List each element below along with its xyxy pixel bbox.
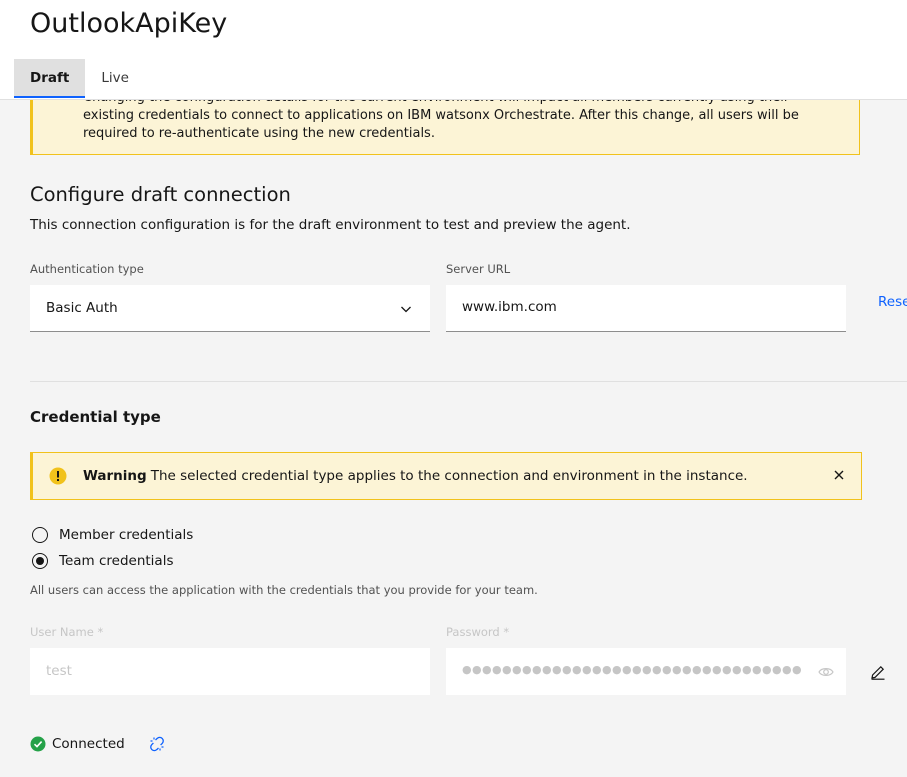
server-url-label: Server URL [446, 262, 511, 276]
radio-member-credentials[interactable]: Member credentials [32, 525, 193, 545]
warning-title: Warning [83, 468, 147, 484]
tab-draft[interactable]: Draft [14, 59, 86, 98]
checkmark-filled-icon [30, 736, 46, 752]
radio-button[interactable] [32, 553, 48, 569]
radio-button[interactable] [32, 527, 48, 543]
credential-helper-text: All users can access the application wit… [30, 583, 538, 597]
auth-type-label: Authentication type [30, 262, 144, 276]
page-title: OutlookApiKey [30, 8, 228, 39]
password-mask: ●●●●●●●●●●●●●●●●●●●●●●●●●●●●●●●●●●●●●●●●… [462, 663, 802, 676]
section-divider [30, 381, 907, 382]
edit-icon[interactable] [870, 664, 886, 680]
status-text: Connected [52, 736, 125, 752]
auth-type-value: Basic Auth [46, 300, 118, 316]
configure-section-description: This connection configuration is for the… [30, 217, 631, 233]
configure-section-title: Configure draft connection [30, 183, 291, 206]
connection-status: Connected [30, 736, 125, 752]
chevron-down-icon [401, 306, 411, 313]
server-url-input[interactable]: www.ibm.com [446, 285, 846, 332]
eye-icon[interactable] [818, 664, 834, 680]
disconnect-icon[interactable] [149, 736, 165, 752]
tab-live[interactable]: Live [85, 59, 145, 96]
radio-label: Team credentials [59, 553, 174, 569]
page-header: OutlookApiKey Draft Live [0, 0, 907, 100]
username-label: User Name * [30, 625, 104, 639]
auth-type-select[interactable]: Basic Auth [30, 285, 430, 332]
radio-team-credentials[interactable]: Team credentials [32, 551, 174, 571]
credential-type-title: Credential type [30, 408, 161, 426]
password-label: Password * [446, 625, 510, 639]
notice-line: existing credentials to connect to appli… [83, 108, 799, 123]
environment-tabs: Draft Live [14, 59, 145, 98]
warning-message: Warning The selected credential type appl… [83, 468, 748, 484]
radio-label: Member credentials [59, 527, 194, 543]
reset-link[interactable]: Rese [878, 294, 907, 310]
username-input[interactable]: test [30, 648, 430, 695]
warning-text: The selected credential type applies to … [150, 468, 748, 484]
close-icon[interactable] [831, 467, 847, 483]
warning-notification: Warning The selected credential type appl… [30, 452, 862, 500]
username-value: test [46, 663, 72, 679]
password-input[interactable]: ●●●●●●●●●●●●●●●●●●●●●●●●●●●●●●●●●●●●●●●●… [446, 648, 846, 695]
server-url-value: www.ibm.com [462, 299, 557, 315]
notice-line: required to re-authenticate using the ne… [83, 126, 435, 141]
warning-icon [49, 467, 67, 485]
